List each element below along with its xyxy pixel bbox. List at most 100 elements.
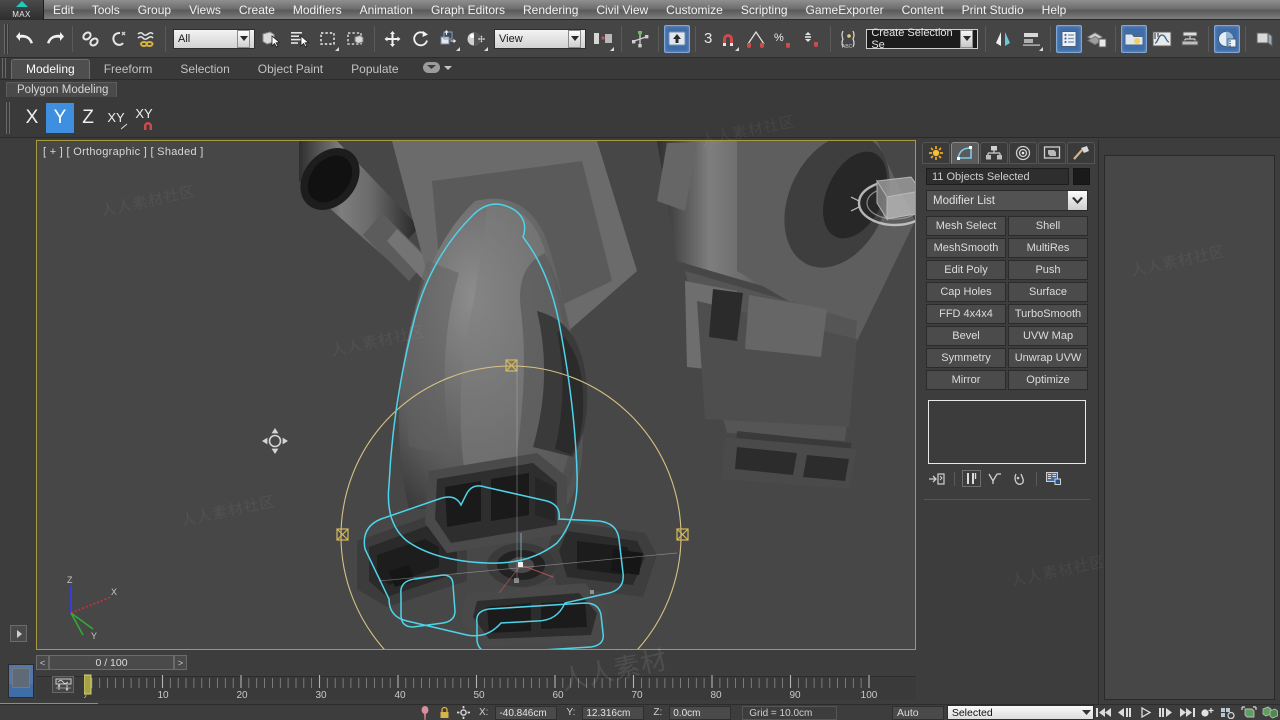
chevron-down-icon-5[interactable] — [1068, 191, 1087, 210]
toggle-ribbon-icon[interactable] — [1121, 24, 1148, 53]
mirror-icon[interactable] — [991, 25, 1017, 53]
right-dock-empty-area[interactable] — [1104, 155, 1275, 700]
schematic-view-icon[interactable] — [1177, 25, 1203, 53]
modifier-push[interactable]: Push — [1008, 260, 1088, 280]
pin-stack-icon[interactable] — [928, 470, 947, 487]
remove-modifier-icon[interactable] — [1010, 470, 1029, 487]
modifier-uvw-map[interactable]: UVW Map — [1008, 326, 1088, 346]
axis-button-y[interactable]: Y — [46, 102, 74, 133]
modifier-mirror[interactable]: Mirror — [926, 370, 1006, 390]
undo-icon[interactable] — [13, 25, 39, 53]
menu-civil-view[interactable]: Civil View — [587, 0, 657, 20]
modifier-cap-holes[interactable]: Cap Holes — [926, 282, 1006, 302]
open-mini-curve-editor-icon[interactable] — [52, 676, 74, 693]
play-icon[interactable] — [1136, 705, 1155, 720]
use-pivot-point-center-icon[interactable] — [590, 25, 616, 53]
tab-populate[interactable]: Populate — [337, 60, 412, 79]
select-and-link-icon[interactable] — [78, 25, 104, 53]
go-to-start-icon[interactable] — [1095, 705, 1114, 720]
axis-button-x[interactable]: X — [18, 103, 46, 133]
chevron-down-icon-6[interactable] — [1080, 706, 1093, 719]
redo-icon[interactable] — [41, 25, 67, 53]
viewport-expand-button[interactable] — [10, 625, 27, 642]
next-frame-icon[interactable] — [1157, 705, 1176, 720]
ribbon-panel-grip[interactable] — [6, 101, 12, 134]
go-to-end-icon[interactable] — [1178, 705, 1197, 720]
modifier-optimize[interactable]: Optimize — [1008, 370, 1088, 390]
display-tab[interactable] — [1038, 142, 1066, 164]
object-name-field[interactable]: 11 Objects Selected — [926, 168, 1069, 185]
select-and-scale-icon[interactable] — [436, 25, 462, 53]
max-logo[interactable]: MAX — [0, 0, 44, 20]
tab-selection[interactable]: Selection — [166, 60, 243, 79]
lock-selection-icon[interactable] — [437, 706, 451, 720]
utilities-tab[interactable] — [1067, 142, 1095, 164]
modifier-bevel[interactable]: Bevel — [926, 326, 1006, 346]
menu-gameexporter[interactable]: GameExporter — [797, 0, 893, 20]
snaps-toggle-icon[interactable] — [664, 24, 690, 53]
menu-print-studio[interactable]: Print Studio — [953, 0, 1033, 20]
key-filters-icon[interactable] — [1219, 705, 1238, 720]
modifier-edit-poly[interactable]: Edit Poly — [926, 260, 1006, 280]
toggle-scene-explorer-icon[interactable] — [1056, 24, 1083, 53]
placement-tool-icon[interactable] — [464, 25, 490, 53]
menu-content[interactable]: Content — [893, 0, 953, 20]
menu-scripting[interactable]: Scripting — [732, 0, 797, 20]
angle-snap-icon[interactable] — [743, 25, 769, 53]
menu-modifiers[interactable]: Modifiers — [284, 0, 351, 20]
percent-snap-icon[interactable]: % — [771, 25, 797, 53]
modifier-shell[interactable]: Shell — [1008, 216, 1088, 236]
menu-help[interactable]: Help — [1033, 0, 1076, 20]
select-by-name-icon[interactable] — [287, 25, 313, 53]
key-filter-combo[interactable]: Selected — [946, 705, 1095, 720]
ribbon-grip[interactable] — [2, 58, 8, 78]
tab-object-paint[interactable]: Object Paint — [244, 60, 337, 79]
next-frame-stepper[interactable]: > — [174, 655, 187, 670]
bind-to-space-warp-icon[interactable] — [134, 25, 160, 53]
x-coordinate-field[interactable]: -40.846cm — [495, 705, 558, 720]
tab-modeling[interactable]: Modeling — [11, 59, 90, 79]
modifier-ffd-4x4x4[interactable]: FFD 4x4x4 — [926, 304, 1006, 324]
chevron-down-icon-4[interactable] — [443, 58, 452, 76]
modifier-multires[interactable]: MultiRes — [1008, 238, 1088, 258]
material-editor-icon[interactable] — [1214, 24, 1241, 53]
align-icon[interactable] — [1019, 25, 1045, 53]
select-and-rotate-icon[interactable] — [408, 25, 434, 53]
track-bar-ruler[interactable]: 0 10 20 30 40 50 60 70 80 90 100 — [84, 673, 879, 699]
axis-button-xy[interactable]: XY — [102, 103, 130, 133]
menu-customize[interactable]: Customize — [657, 0, 732, 20]
y-coordinate-field[interactable]: 12.316cm — [582, 705, 645, 720]
object-color-swatch[interactable] — [1073, 168, 1090, 185]
modifier-mesh-select[interactable]: Mesh Select — [926, 216, 1006, 236]
absolute-relative-mode-icon[interactable] — [456, 706, 470, 720]
make-unique-icon[interactable] — [986, 470, 1005, 487]
previous-frame-stepper[interactable]: < — [36, 655, 49, 670]
show-end-result-icon[interactable] — [962, 470, 981, 487]
z-coordinate-field[interactable]: 0.0cm — [669, 705, 732, 720]
axis-button-z[interactable]: Z — [74, 103, 102, 133]
named-selection-sets-combo[interactable]: Create Selection Se — [866, 27, 979, 51]
set-key-icon[interactable] — [1198, 705, 1217, 720]
modifier-list-dropdown[interactable]: Modifier List — [926, 190, 1088, 211]
select-and-manipulate-icon[interactable] — [627, 25, 653, 53]
frame-readout[interactable]: 0 / 100 — [49, 655, 174, 670]
ribbon-options-button[interactable] — [422, 58, 452, 79]
spinner-snap-icon[interactable] — [799, 25, 825, 53]
tab-freeform[interactable]: Freeform — [90, 60, 167, 79]
chevron-down-icon[interactable] — [237, 29, 250, 48]
edit-named-selection-sets-icon[interactable]: ABC — [836, 25, 862, 53]
modifier-symmetry[interactable]: Symmetry — [926, 348, 1006, 368]
menu-rendering[interactable]: Rendering — [514, 0, 587, 20]
selection-filter-combo[interactable]: All — [173, 28, 255, 49]
modifier-surface[interactable]: Surface — [1008, 282, 1088, 302]
configure-modifier-sets-icon[interactable] — [1044, 470, 1063, 487]
viewport-layout-thumbnail[interactable] — [0, 662, 36, 702]
menu-tools[interactable]: Tools — [83, 0, 129, 20]
previous-frame-icon[interactable] — [1116, 705, 1135, 720]
modifier-turbosmooth[interactable]: TurboSmooth — [1008, 304, 1088, 324]
auto-key-button[interactable]: Auto Key — [892, 705, 944, 720]
layout-preview[interactable] — [8, 664, 34, 698]
pan-view-icon[interactable] — [1240, 705, 1259, 720]
reference-coordinate-system-combo[interactable]: View — [494, 28, 586, 49]
curve-editor-icon[interactable] — [1149, 25, 1175, 53]
